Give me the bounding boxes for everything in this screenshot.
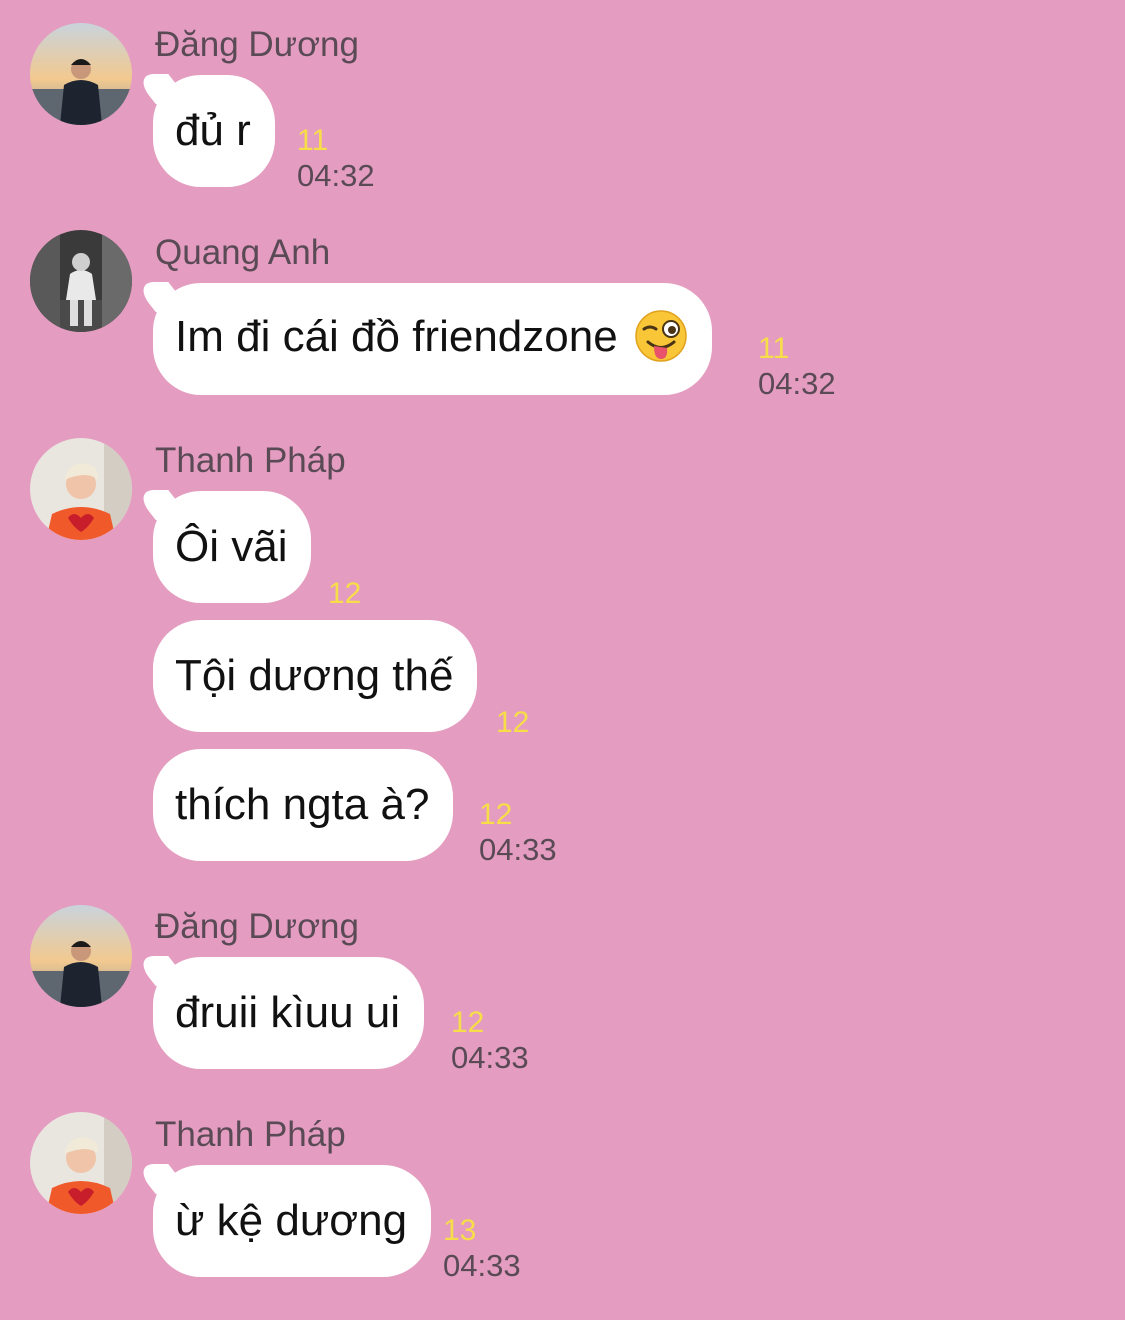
message-bubble[interactable]: đủ r <box>153 75 275 187</box>
message-text: Im đi cái đồ friendzone <box>175 309 688 366</box>
message-time: 04:33 <box>443 1248 521 1283</box>
message-meta: 12 04:33 <box>451 1006 529 1076</box>
message-meta: 12 04:33 <box>479 798 557 868</box>
message-bubble[interactable]: Tội dương thế <box>153 620 478 732</box>
message-meta: 12 <box>328 577 361 611</box>
message-bubble[interactable]: thích ngta à? <box>153 749 454 861</box>
read-count: 11 <box>758 332 790 365</box>
read-count: 11 <box>297 124 329 157</box>
avatar-dang-duong-icon[interactable] <box>30 905 132 1007</box>
read-count: 12 <box>496 706 530 739</box>
read-count: 12 <box>451 1006 485 1039</box>
message-time: 04:33 <box>479 832 557 867</box>
message-time: 04:32 <box>758 366 836 401</box>
message-text: Ôi vãi <box>175 522 288 571</box>
message-meta: 12 <box>496 706 529 740</box>
message-meta: 11 04:32 <box>758 332 836 402</box>
message-text: đủ r <box>175 106 251 155</box>
message-time: 04:32 <box>297 158 375 193</box>
message-meta: 13 04:33 <box>443 1214 521 1284</box>
message-bubble[interactable]: Ôi vãi <box>153 491 312 603</box>
message-bubble[interactable]: đruii kìuu ui <box>153 957 425 1069</box>
avatar-thanh-phap-icon[interactable] <box>30 438 132 540</box>
read-count: 12 <box>479 798 513 831</box>
read-count: 12 <box>328 577 362 610</box>
message-bubble[interactable]: ừ kệ dương <box>153 1165 432 1277</box>
sender-name: Quang Anh <box>155 233 331 272</box>
sender-name: Thanh Pháp <box>155 441 346 480</box>
message-text-content: Im đi cái đồ friendzone <box>175 312 618 362</box>
sender-name: Đăng Dương <box>155 25 359 64</box>
message-text: thích ngta à? <box>175 780 430 829</box>
avatar-thanh-phap-icon[interactable] <box>30 1112 132 1214</box>
message-text: đruii kìuu ui <box>175 988 401 1037</box>
sender-name: Thanh Pháp <box>155 1115 346 1154</box>
read-count: 13 <box>443 1214 477 1247</box>
avatar-quang-anh-icon[interactable] <box>30 230 132 332</box>
message-text: ừ kệ dương <box>175 1196 408 1245</box>
message-text: Tội dương thế <box>175 651 454 700</box>
winking-face-with-tongue-icon <box>634 309 687 362</box>
message-time: 04:33 <box>451 1040 529 1075</box>
message-meta: 11 04:32 <box>297 124 375 194</box>
avatar-dang-duong-icon[interactable] <box>30 23 132 125</box>
message-bubble[interactable]: Im đi cái đồ friendzone <box>153 283 712 395</box>
sender-name: Đăng Dương <box>155 907 359 946</box>
